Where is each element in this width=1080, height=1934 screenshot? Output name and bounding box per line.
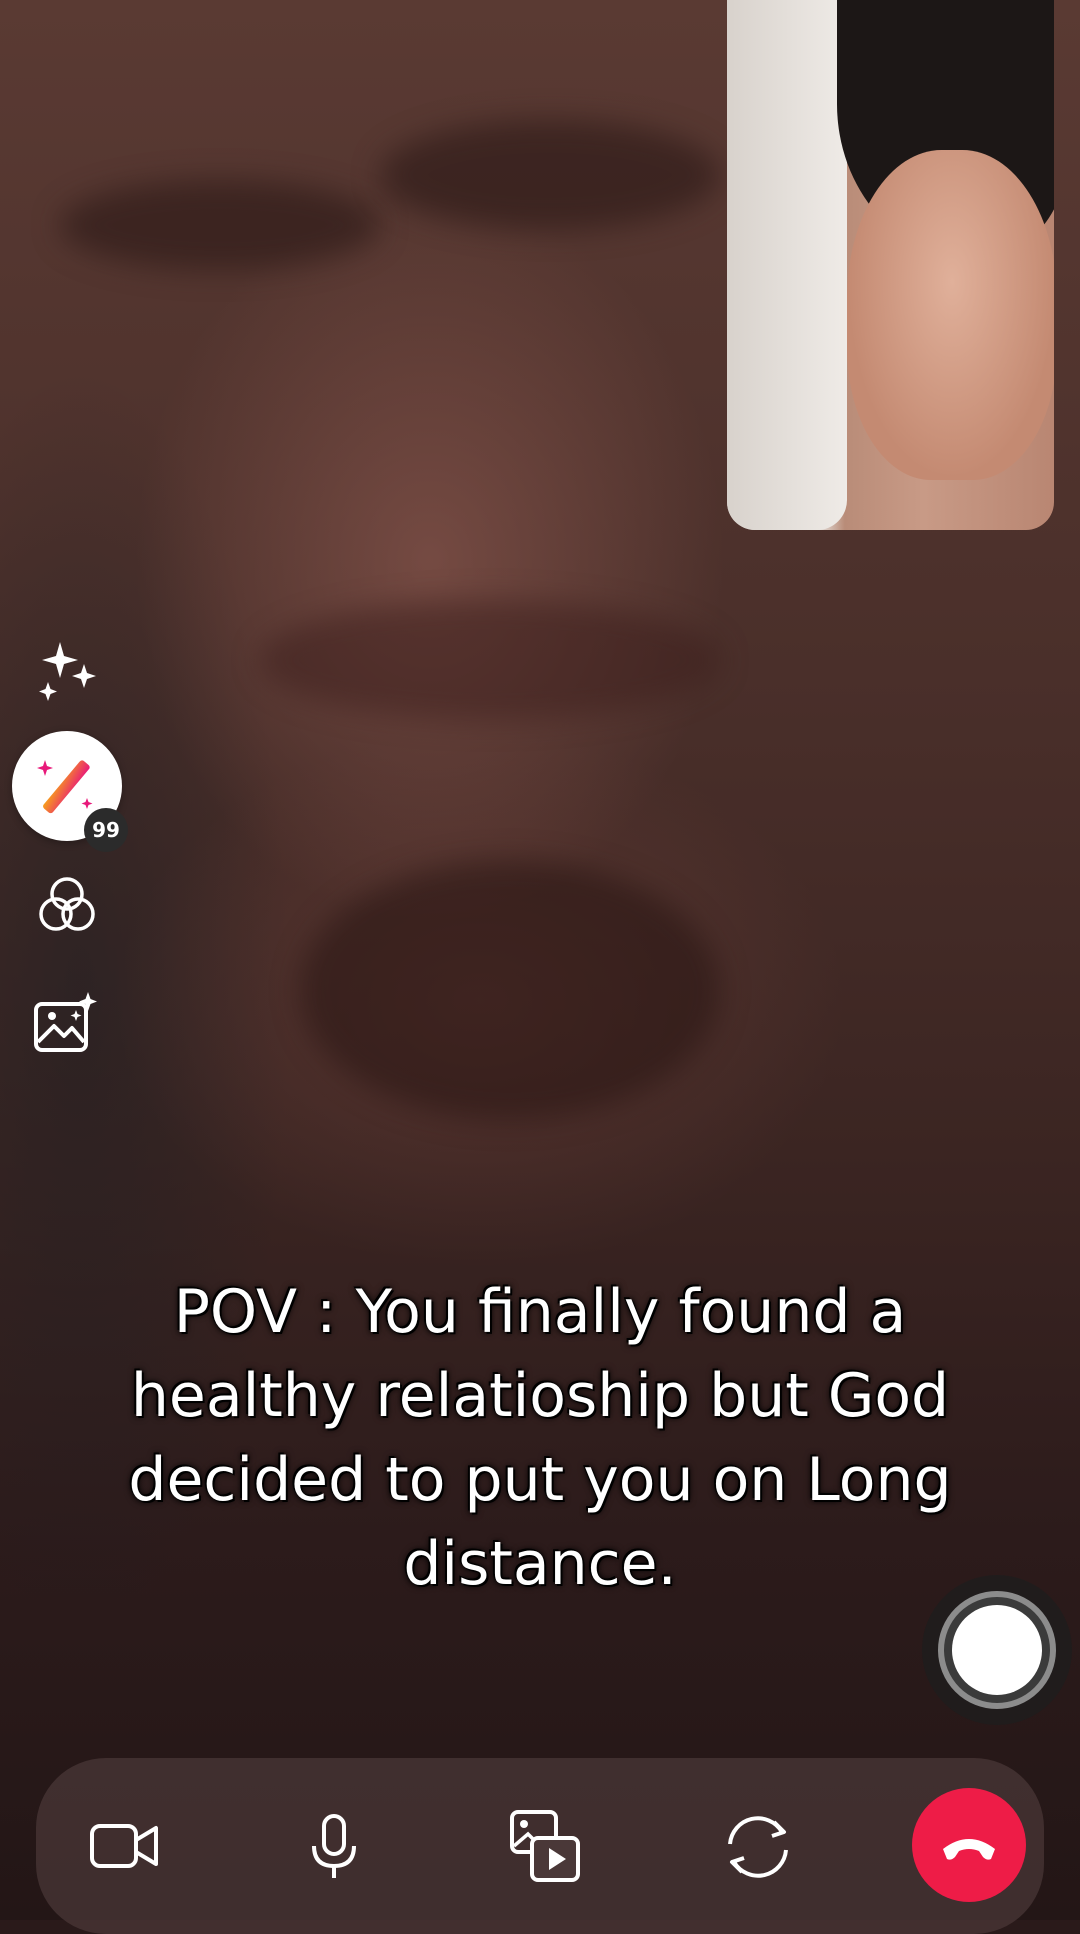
preview-face [847, 150, 1054, 480]
end-call-button[interactable] [912, 1788, 1026, 1902]
feed-shadow [60, 180, 380, 270]
sparkles-button[interactable] [32, 636, 102, 706]
image-sparkle-icon [34, 992, 97, 1052]
flip-camera-icon [728, 1816, 788, 1878]
preview-pillow [727, 0, 847, 530]
media-share-icon [510, 1810, 580, 1882]
microphone-icon [312, 1814, 356, 1878]
feed-shadow [260, 600, 720, 720]
sparkles-icon [39, 642, 96, 701]
filters-icon [39, 877, 95, 931]
feed-shadow [300, 860, 720, 1120]
share-media-button[interactable] [494, 1794, 598, 1898]
mic-toggle-button[interactable] [282, 1794, 386, 1898]
feed-shadow [380, 120, 720, 230]
video-camera-icon [90, 1824, 158, 1868]
filters-button[interactable] [34, 872, 100, 938]
end-call-icon [943, 1839, 995, 1860]
flip-camera-button[interactable] [706, 1794, 810, 1898]
self-camera-preview[interactable] [727, 0, 1054, 530]
background-button[interactable] [30, 988, 102, 1060]
camera-toggle-button[interactable] [72, 1794, 176, 1898]
capture-inner [952, 1605, 1042, 1695]
caption-overlay: POV : You finally found a healthy relati… [128, 1277, 952, 1599]
capture-ring [938, 1591, 1056, 1709]
effects-count-badge: 99 [84, 808, 128, 852]
capture-button[interactable] [922, 1575, 1072, 1725]
